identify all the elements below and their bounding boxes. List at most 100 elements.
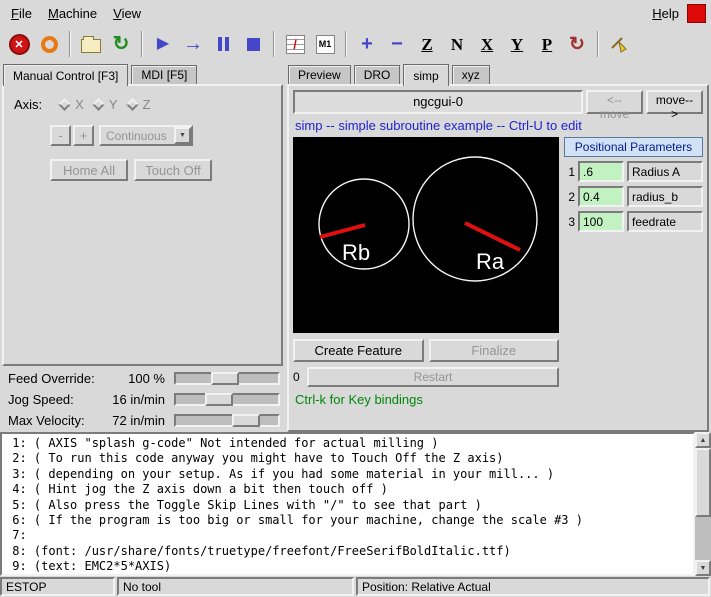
zoom-out-button[interactable]: − (382, 28, 412, 60)
feature-buttons-row: Create Feature Finalize (293, 339, 559, 362)
tab-mdi[interactable]: MDI [F5] (131, 65, 197, 84)
slider-trough[interactable] (174, 414, 280, 427)
pause-button[interactable] (208, 28, 238, 60)
axis-y-radio[interactable] (92, 98, 105, 111)
slider-thumb[interactable] (211, 372, 239, 385)
scrollbar-trough[interactable] (695, 448, 711, 560)
code-line[interactable]: 4: ( Hint jog the Z axis down a bit then… (5, 482, 693, 497)
scroll-up-button[interactable]: ▲ (695, 432, 711, 448)
estop-button[interactable]: ✕ (4, 28, 34, 60)
code-line[interactable]: 1: ( AXIS "splash g-code" Not intended f… (5, 436, 693, 451)
code-line[interactable]: 5: ( Also press the Toggle Skip Lines wi… (5, 498, 693, 513)
run-button[interactable]: ▶ (148, 28, 178, 60)
param-value-input[interactable] (578, 161, 624, 182)
ngcgui-name-entry[interactable]: ngcgui-0 (293, 90, 583, 114)
menu-view[interactable]: View (105, 3, 149, 24)
touch-off-button[interactable]: Touch Off (134, 159, 212, 181)
max-velocity-value: 72 in/min (112, 413, 174, 428)
menu-machine[interactable]: Machine (40, 3, 105, 24)
main-area: Manual Control [F3] MDI [F5] Axis: X Y Z… (0, 62, 711, 432)
toggle-optional-pause-button[interactable]: M1 (310, 28, 340, 60)
menu-help[interactable]: Help (644, 3, 687, 24)
view-top-button[interactable]: Z (412, 28, 442, 60)
code-line[interactable]: 3: ( depending on your setup. As if you … (5, 467, 693, 482)
param-name-field[interactable] (627, 161, 703, 182)
view-side-button[interactable]: X (472, 28, 502, 60)
view-top-icon: Z (421, 36, 432, 53)
code-line[interactable]: 8: (font: /usr/share/fonts/truetype/free… (5, 544, 693, 559)
create-feature-button[interactable]: Create Feature (293, 339, 424, 362)
feed-override-label: Feed Override: (8, 371, 95, 386)
restart-button[interactable]: Restart (307, 367, 559, 387)
home-all-button[interactable]: Home All (50, 159, 128, 181)
code-line[interactable]: 7: (5, 528, 693, 543)
toolbar-separator (345, 31, 347, 57)
slider-thumb[interactable] (232, 414, 260, 427)
vertical-scrollbar[interactable]: ▲ ▼ (695, 432, 711, 576)
param-value-input[interactable] (578, 211, 624, 232)
view-top-rotated-icon: N (451, 36, 463, 53)
move-right-button[interactable]: move--> (646, 90, 703, 114)
move-left-button[interactable]: <--move (586, 90, 643, 114)
max-velocity-slider[interactable] (174, 412, 280, 429)
chevron-down-icon[interactable]: ▼ (174, 127, 191, 144)
param-value-input[interactable] (578, 186, 624, 207)
view-front-button[interactable]: Y (502, 28, 532, 60)
tab-dro[interactable]: DRO (354, 65, 401, 84)
ngcgui-panel: ngcgui-0 <--move move--> simp -- simple … (287, 84, 709, 432)
feed-override-row: Feed Override: 100 % (0, 368, 285, 389)
gcode-listing: 1: ( AXIS "splash g-code" Not intended f… (0, 432, 711, 576)
subroutine-description: simp -- simple subroutine example -- Ctr… (289, 114, 707, 137)
menu-file[interactable]: File (3, 3, 40, 24)
slider-thumb[interactable] (205, 393, 233, 406)
view-top-rotated-button[interactable]: N (442, 28, 472, 60)
step-button[interactable]: → (178, 28, 208, 60)
tab-manual-control[interactable]: Manual Control [F3] (3, 64, 128, 86)
key-bindings-hint: Ctrl-k for Key bindings (293, 392, 559, 407)
param-name-field[interactable] (627, 186, 703, 207)
stop-icon (247, 38, 260, 51)
reload-file-button[interactable]: ↻ (106, 28, 136, 60)
right-panel: Preview DRO simp xyz ngcgui-0 <--move mo… (285, 62, 711, 432)
preview-column: Rb Ra Create Feature Finalize 0 Restart … (293, 137, 559, 407)
code-line[interactable]: 2: ( To run this code anyway you might h… (5, 451, 693, 466)
tab-preview[interactable]: Preview (288, 65, 351, 84)
tab-xyz[interactable]: xyz (452, 65, 490, 84)
jog-mode-combobox[interactable]: Continuous ▼ (99, 125, 193, 146)
gcode-text[interactable]: 1: ( AXIS "splash g-code" Not intended f… (0, 432, 695, 576)
scrollbar-thumb[interactable] (695, 448, 711, 517)
jog-mode-value: Continuous (106, 129, 167, 143)
stop-button[interactable] (238, 28, 268, 60)
open-file-button[interactable] (76, 28, 106, 60)
toolbar-separator (597, 31, 599, 57)
jog-plus-button[interactable]: + (73, 125, 94, 146)
jog-minus-button[interactable]: - (50, 125, 71, 146)
feed-override-slider[interactable] (174, 370, 280, 387)
view-perspective-icon: P (542, 36, 552, 53)
jog-speed-value: 16 in/min (112, 392, 174, 407)
zoom-in-button[interactable]: + (352, 28, 382, 60)
tab-simp[interactable]: simp (403, 64, 448, 86)
code-line[interactable]: 6: ( If the program is too big or small … (5, 513, 693, 528)
max-velocity-label: Max Velocity: (8, 413, 85, 428)
toolbar: ✕ ↻ ▶ → / M1 + − Z N X Y P ↻ (0, 26, 711, 62)
toolbar-separator (141, 31, 143, 57)
axis-z-label: Z (143, 97, 151, 112)
status-estop: ESTOP (0, 577, 115, 596)
param-name-field[interactable] (627, 211, 703, 232)
positional-parameters: Positional Parameters 1 2 3 (564, 137, 703, 407)
finalize-button[interactable]: Finalize (429, 339, 560, 362)
machine-power-button[interactable] (34, 28, 64, 60)
view-perspective-button[interactable]: P (532, 28, 562, 60)
clear-plot-button[interactable] (604, 28, 634, 60)
axis-x-radio[interactable] (58, 98, 71, 111)
zoom-out-icon: − (391, 34, 403, 54)
code-line[interactable]: 9: (text: EMC2*5*AXIS) (5, 559, 693, 574)
record-stop-icon[interactable] (687, 4, 706, 23)
axis-y-label: Y (109, 97, 118, 112)
scroll-down-button[interactable]: ▼ (695, 560, 711, 576)
rotate-view-button[interactable]: ↻ (562, 28, 592, 60)
toggle-skip-lines-button[interactable]: / (280, 28, 310, 60)
axis-z-radio[interactable] (126, 98, 139, 111)
jog-speed-slider[interactable] (174, 391, 280, 408)
